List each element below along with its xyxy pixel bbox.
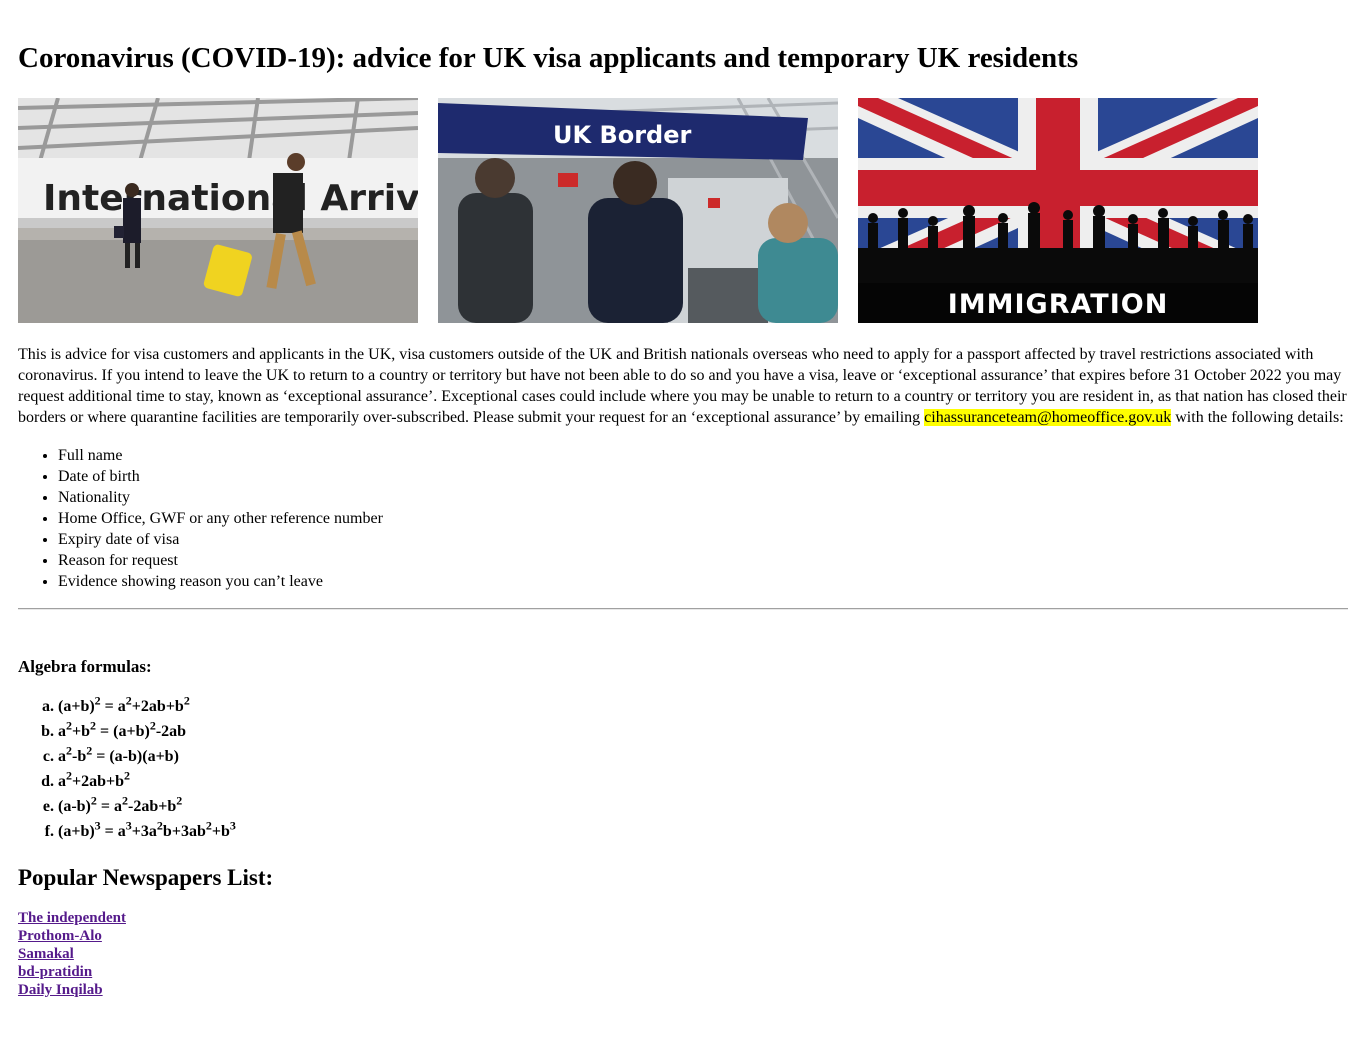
newspaper-link-prothom-alo[interactable]: Prothom-Alo (18, 927, 1348, 945)
details-list: Full name Date of birth Nationality Home… (18, 445, 1348, 592)
newspaper-link-bd-pratidin[interactable]: bd-pratidin (18, 963, 1348, 981)
airport-arrivals-photo: International Arrivals (18, 98, 418, 323)
list-item: Evidence showing reason you can’t leave (58, 571, 1348, 592)
list-item: Reason for request (58, 550, 1348, 571)
page-title: Coronavirus (COVID-19): advice for UK vi… (18, 42, 1079, 74)
formula-item: a2-b2 = (a-b)(a+b) (58, 744, 1348, 769)
formula-list: (a+b)2 = a2+2ab+b2a2+b2 = (a+b)2-2aba2-b… (18, 694, 1348, 844)
formula-item: a2+b2 = (a+b)2-2ab (58, 719, 1348, 744)
algebra-title: Algebra formulas: (18, 657, 152, 676)
immigration-flag-photo: IMMIGRATION (858, 98, 1258, 323)
newspapers-title: Popular Newspapers List: (18, 865, 274, 890)
uk-border-photo: UK Border (438, 98, 838, 323)
svg-text:UK Border: UK Border (553, 121, 692, 149)
intro-text-end: with the following details: (1171, 409, 1344, 426)
list-item: Date of birth (58, 466, 1348, 487)
newspaper-link-daily-inqilab[interactable]: Daily Inqilab (18, 981, 1348, 999)
list-item: Home Office, GWF or any other reference … (58, 508, 1348, 529)
list-item: Full name (58, 445, 1348, 466)
page-container: Coronavirus (COVID-19): advice for UK vi… (0, 0, 1366, 999)
newspaper-link-samakal[interactable]: Samakal (18, 945, 1348, 963)
formula-item: a2+2ab+b2 (58, 769, 1348, 794)
formula-item: (a-b)2 = a2-2ab+b2 (58, 794, 1348, 819)
intro-paragraph: This is advice for visa customers and ap… (18, 344, 1348, 428)
image-row: International Arrivals (18, 98, 1348, 323)
formula-item: (a+b)2 = a2+2ab+b2 (58, 694, 1348, 719)
newspaper-link-independent[interactable]: The independent (18, 909, 1348, 927)
formula-item: (a+b)3 = a3+3a2b+3ab2+b3 (58, 819, 1348, 844)
svg-text:International Arrivals: International Arrivals (43, 178, 418, 219)
svg-text:IMMIGRATION: IMMIGRATION (948, 289, 1169, 320)
email-highlight[interactable]: cihassuranceteam@homeoffice.gov.uk (924, 409, 1172, 426)
newspaper-links: The independent Prothom-Alo Samakal bd-p… (18, 909, 1348, 999)
divider (18, 608, 1348, 610)
list-item: Nationality (58, 487, 1348, 508)
list-item: Expiry date of visa (58, 529, 1348, 550)
